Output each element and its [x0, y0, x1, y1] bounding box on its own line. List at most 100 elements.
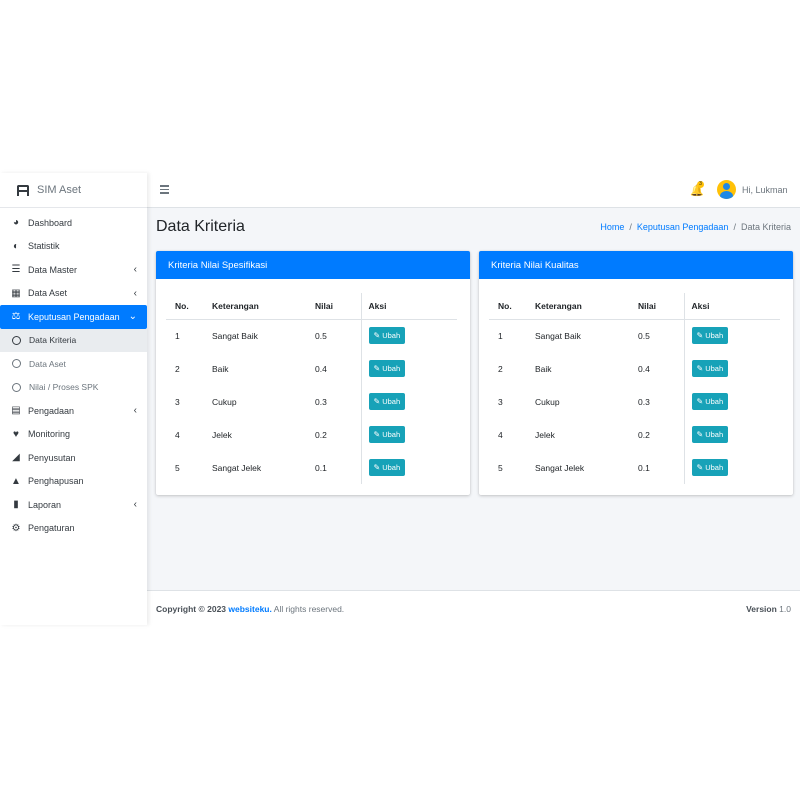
table-row: 2 Baik 0.4 ✎ Ubah: [166, 352, 457, 385]
cell-keterangan: Sangat Jelek: [212, 462, 262, 473]
table-row: 5 Sangat Jelek 0.1 ✎ Ubah: [489, 451, 780, 484]
gauge-icon: ◕: [12, 217, 20, 229]
sidebar-subitem-nilai-proses-spk[interactable]: Nilai / Proses SPK: [0, 376, 147, 400]
table-row: 4 Jelek 0.2 ✎ Ubah: [489, 418, 780, 451]
sidebar-item-label: Data Aset: [28, 288, 68, 299]
edit-button[interactable]: ✎ Ubah: [368, 327, 406, 345]
cell-nilai: 0.1: [315, 451, 362, 484]
edit-icon: ✎: [373, 364, 381, 373]
cell-keterangan: Cukup: [212, 396, 237, 407]
cell-keterangan: Sangat Jelek: [535, 462, 585, 473]
sidebar-item-data-aset[interactable]: ▦ Data Aset ‹: [0, 282, 147, 306]
breadcrumb-keputusan-link[interactable]: Keputusan Pengadaan: [637, 222, 729, 232]
edit-button[interactable]: ✎ Ubah: [691, 393, 729, 410]
content-wrapper: Data Kriteria Home / Keputusan Pengadaan…: [147, 208, 800, 590]
top-navbar: 🔔 3 Hi, Lukman: [147, 173, 800, 208]
edit-button-label: Ubah: [705, 331, 724, 341]
cell-nilai: 0.3: [638, 385, 685, 418]
brand-title: SIM Aset: [37, 184, 82, 196]
table-header-row: No. Keterangan Nilai Aksi: [489, 293, 780, 320]
breadcrumb-separator: /: [629, 222, 632, 232]
copyright-rights: All rights reserved.: [273, 604, 345, 614]
sidebar-item-laporan[interactable]: ▮ Laporan ‹: [0, 493, 147, 517]
edit-button[interactable]: ✎ Ubah: [368, 426, 406, 443]
edit-button[interactable]: ✎ Ubah: [691, 459, 729, 476]
card-kriteria-kualitas: Kriteria Nilai Kualitas No. Keterangan N…: [479, 251, 793, 495]
edit-button[interactable]: ✎ Ubah: [368, 393, 406, 410]
notification-badge: 3: [697, 181, 704, 188]
edit-icon: ✎: [696, 430, 704, 439]
sidebar-item-statistik[interactable]: ◐ Statistik: [0, 235, 147, 259]
menu-toggle-icon[interactable]: [160, 185, 169, 194]
user-greeting: Hi, Lukman: [742, 184, 788, 195]
cell-keterangan: Jelek: [212, 429, 232, 440]
site-link[interactable]: websiteku.: [228, 604, 271, 614]
kriteria-table: No. Keterangan Nilai Aksi 1 Sangat Baik …: [489, 293, 780, 484]
table-row: 2 Baik 0.4 ✎ Ubah: [489, 352, 780, 385]
sidebar-item-pengadaan[interactable]: ▤ Pengadaan ‹: [0, 399, 147, 423]
cell-no: 4: [498, 429, 503, 440]
chevron-left-icon: ‹: [133, 287, 137, 299]
edit-button-label: Ubah: [705, 397, 724, 406]
cell-nilai: 0.3: [315, 385, 362, 418]
copyright: Copyright © 2023 websiteku. All rights r…: [156, 604, 344, 614]
cell-keterangan: Jelek: [535, 429, 555, 440]
sidebar-item-label: Laporan: [28, 499, 62, 510]
user-menu[interactable]: Hi, Lukman: [717, 180, 788, 199]
table-row: 5 Sangat Jelek 0.1 ✎ Ubah: [166, 451, 457, 484]
chevron-left-icon: ‹: [133, 264, 137, 276]
table-row: 1 Sangat Baik 0.5 ✎ Ubah: [489, 319, 780, 352]
sidebar-subitem-data-aset[interactable]: Data Aset: [0, 352, 147, 376]
edit-button[interactable]: ✎ Ubah: [691, 327, 729, 345]
cell-no: 1: [498, 330, 503, 341]
table-header-row: No. Keterangan Nilai Aksi: [166, 293, 457, 320]
balance-scale-icon: ⚖: [11, 311, 21, 323]
column-header: Keterangan: [212, 293, 315, 320]
sidebar-item-label: Statistik: [28, 241, 60, 252]
brand[interactable]: SIM Aset: [0, 173, 147, 208]
sidebar-subitem-data-kriteria[interactable]: Data Kriteria: [0, 328, 147, 352]
cell-nilai: 0.5: [315, 319, 362, 352]
edit-button[interactable]: ✎ Ubah: [691, 426, 729, 443]
sidebar: SIM Aset ◕ Dashboard ◐ Statistik ☰ Data …: [0, 173, 147, 625]
edit-button[interactable]: ✎ Ubah: [691, 360, 729, 377]
chevron-left-icon: ‹: [133, 405, 137, 417]
column-header: Keterangan: [535, 293, 638, 320]
column-header: Nilai: [315, 293, 362, 320]
sidebar-item-penyusutan[interactable]: ◢ Penyusutan: [0, 446, 147, 470]
cell-nilai: 0.2: [638, 418, 685, 451]
edit-button[interactable]: ✎ Ubah: [368, 360, 406, 377]
table-row: 4 Jelek 0.2 ✎ Ubah: [166, 418, 457, 451]
sidebar-item-label: Pengadaan: [28, 405, 75, 416]
page-title: Data Kriteria: [156, 218, 245, 235]
footer: Copyright © 2023 websiteku. All rights r…: [147, 590, 800, 625]
breadcrumb-home-link[interactable]: Home: [600, 222, 624, 232]
chart-pie-icon: ◐: [12, 240, 20, 252]
sidebar-item-label: Data Kriteria: [29, 335, 77, 346]
building-icon: ▦: [11, 287, 21, 299]
edit-icon: ✎: [696, 331, 704, 341]
sidebar-item-monitoring[interactable]: ♥ Monitoring: [0, 423, 147, 447]
chevron-left-icon: ‹: [133, 499, 137, 511]
sidebar-item-keputusan-pengadaan[interactable]: ⚖ Keputusan Pengadaan ⌄: [0, 305, 147, 329]
cell-nilai: 0.5: [638, 319, 685, 352]
column-header: Nilai: [638, 293, 685, 320]
edit-icon: ✎: [696, 463, 704, 472]
edit-button-label: Ubah: [705, 430, 724, 439]
edit-icon: ✎: [696, 397, 704, 406]
sidebar-item-data-master[interactable]: ☰ Data Master ‹: [0, 258, 147, 282]
sidebar-item-dashboard[interactable]: ◕ Dashboard: [0, 211, 147, 235]
breadcrumb-current: Data Kriteria: [740, 222, 791, 232]
notification-bell-icon[interactable]: 🔔 3: [690, 181, 704, 197]
sidebar-item-label: Penyusutan: [28, 452, 76, 463]
table-row: 1 Sangat Baik 0.5 ✎ Ubah: [166, 319, 457, 352]
card-kriteria-spesifikasi: Kriteria Nilai Spesifikasi No. Keteranga…: [156, 251, 470, 495]
cell-keterangan: Cukup: [535, 396, 560, 407]
file-icon: ▮: [13, 499, 19, 511]
breadcrumb: Home / Keputusan Pengadaan / Data Kriter…: [600, 222, 791, 232]
edit-button[interactable]: ✎ Ubah: [368, 459, 406, 476]
heart-pulse-icon: ♥: [13, 428, 19, 440]
sidebar-item-pengaturan[interactable]: ⚙ Pengaturan: [0, 517, 147, 541]
sidebar-item-penghapusan[interactable]: ▲ Penghapusan: [0, 470, 147, 494]
cell-no: 3: [498, 396, 503, 407]
